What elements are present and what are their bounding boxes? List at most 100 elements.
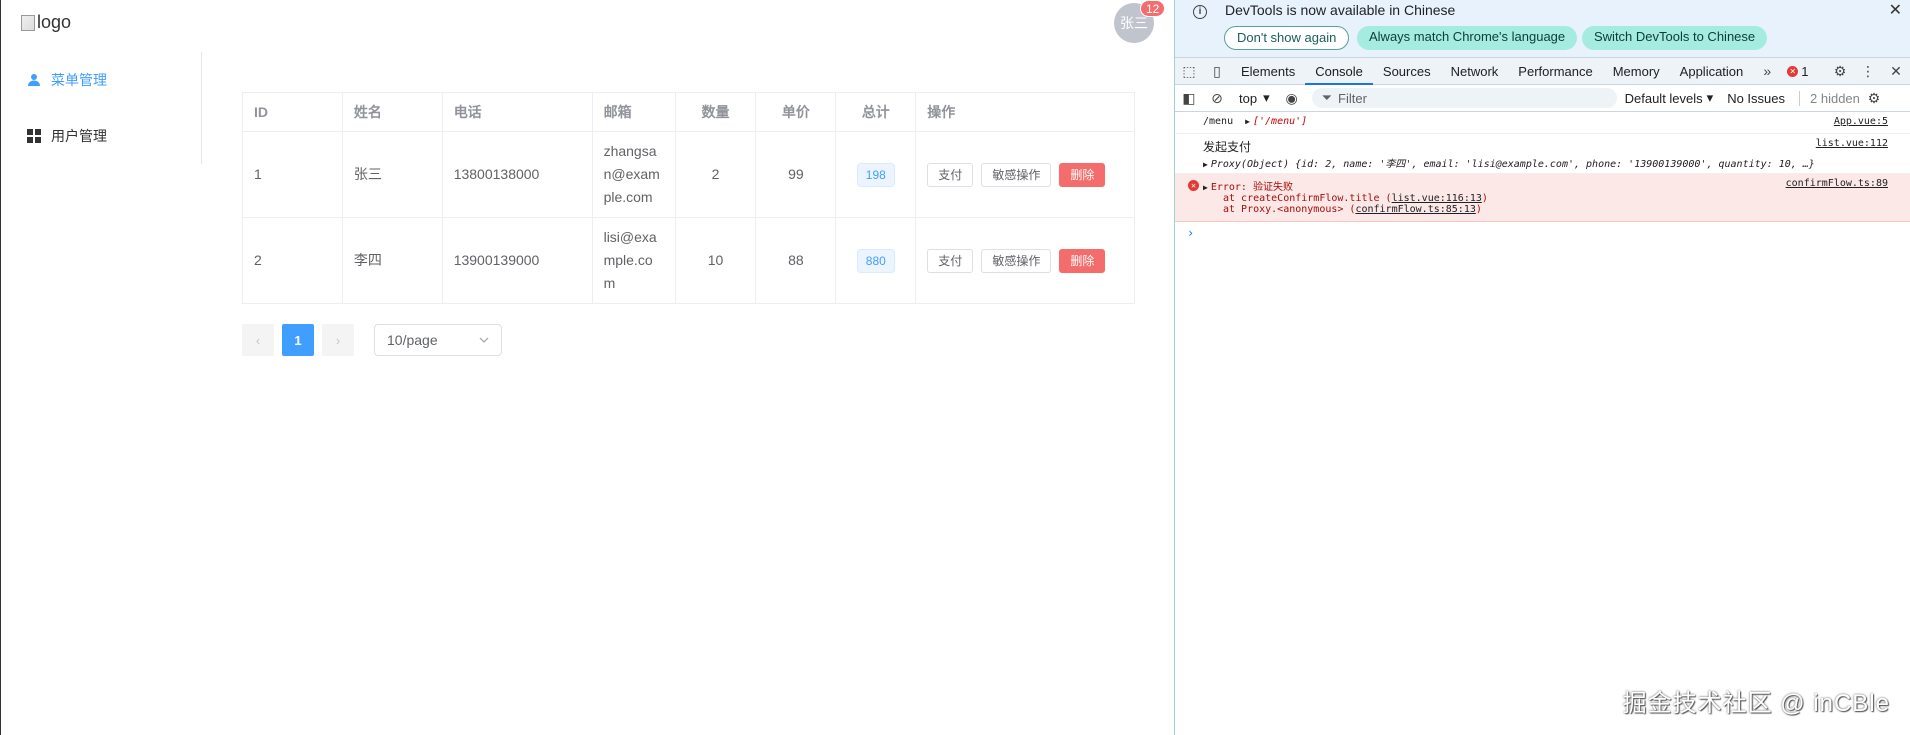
delete-button[interactable]: 删除 (1059, 248, 1106, 273)
log-levels-select[interactable]: Default levels ▾ (1625, 90, 1714, 106)
devtools-tabs: ⬚ ▯ Elements Console Sources Network Per… (1175, 58, 1910, 85)
email-line: zhangsa (603, 143, 657, 159)
eye-icon[interactable]: ◉ (1278, 90, 1306, 107)
cell-quantity: 10 (675, 217, 757, 304)
page-number-button[interactable]: 1 (282, 324, 314, 356)
table-row: 1 张三 13800138000 zhangsa n@exam ple.com … (242, 131, 1135, 218)
table-row: 2 李四 13900139000 lisi@exa mple.co m 10 8… (242, 217, 1135, 304)
sidebar-item-menu-management[interactable]: 菜单管理 (1, 52, 201, 108)
column-header-total: 总计 (835, 92, 917, 132)
pay-button[interactable]: 支付 (927, 162, 974, 187)
error-counter[interactable]: ✕ 1 (1787, 63, 1809, 79)
filter-input[interactable]: ⏷ Filter (1311, 88, 1617, 108)
tab-network[interactable]: Network (1441, 58, 1509, 85)
sidebar-item-label: 菜单管理 (51, 72, 107, 88)
tab-memory[interactable]: Memory (1603, 58, 1670, 85)
broken-image-icon (21, 14, 35, 31)
log-prefix: 发起支付 (1203, 140, 1252, 154)
email-line: lisi@exa (603, 229, 657, 245)
gear-icon[interactable]: ⚙ (1826, 63, 1854, 80)
cell-id: 1 (242, 131, 343, 218)
tab-application[interactable]: Application (1670, 58, 1754, 85)
logo: logo (21, 12, 71, 33)
total-tag: 880 (856, 248, 895, 273)
kebab-menu-icon[interactable]: ⋮ (1854, 63, 1882, 80)
dropdown-arrow-icon: ▾ (1706, 90, 1714, 105)
next-page-button[interactable]: › (322, 324, 354, 356)
user-avatar-wrap[interactable]: 张三 12 (1114, 0, 1166, 43)
sidebar-item-user-management[interactable]: 用户管理 (1, 108, 201, 164)
prev-page-button[interactable]: ‹ (242, 324, 274, 356)
page-size-value: 10/page (387, 332, 438, 348)
pay-button[interactable]: 支付 (927, 248, 974, 273)
gear-icon[interactable]: ⚙ (1860, 90, 1888, 107)
console-prompt[interactable]: › (1175, 222, 1910, 244)
source-link[interactable]: App.vue:5 (1834, 116, 1888, 127)
context-selector[interactable]: top ▾ (1231, 90, 1278, 106)
cell-id: 2 (242, 217, 343, 304)
tab-console[interactable]: Console (1305, 58, 1373, 85)
total-tag: 198 (856, 162, 895, 187)
tab-sources[interactable]: Sources (1373, 58, 1441, 85)
column-header-name: 姓名 (342, 92, 443, 132)
column-header-phone: 电话 (442, 92, 593, 132)
close-icon[interactable]: ✕ (1889, 0, 1902, 20)
stack-link[interactable]: list.vue:116:13 (1392, 193, 1482, 204)
sensitive-action-button[interactable]: 敏感操作 (981, 162, 1052, 187)
sidebar-toggle-icon[interactable]: ◧ (1175, 90, 1203, 107)
match-language-button[interactable]: Always match Chrome's language (1357, 26, 1578, 50)
stack-link[interactable]: confirmFlow.ts:85:13 (1355, 204, 1475, 215)
log-value[interactable]: ['/menu'] (1253, 116, 1307, 127)
sidebar-item-label: 用户管理 (51, 128, 107, 144)
email-line: mple.co (603, 252, 653, 268)
close-icon[interactable]: ✕ (1882, 63, 1910, 80)
cell-actions: 支付 敏感操作 删除 (915, 131, 1135, 218)
expand-arrow-icon[interactable]: ▶ (1203, 183, 1208, 192)
device-toolbar-icon[interactable]: ▯ (1203, 63, 1231, 80)
levels-label: Default levels (1624, 90, 1703, 106)
dont-show-again-button[interactable]: Don't show again (1224, 26, 1350, 50)
delete-button[interactable]: 删除 (1059, 162, 1106, 187)
expand-arrow-icon[interactable]: ▶ (1203, 160, 1208, 169)
console-output: /menu ▶ ['/menu'] App.vue:5 发起支付 ▶ Proxy(O… (1175, 112, 1910, 244)
console-log-line: 发起支付 ▶ Proxy(Object) {id: 2, name: '李四', … (1175, 134, 1910, 174)
inspect-icon[interactable]: ⬚ (1175, 63, 1203, 80)
source-link[interactable]: list.vue:112 (1816, 138, 1888, 149)
stack-text-end: ) (1475, 204, 1482, 215)
app-window: logo 张三 12 菜单管理 用户管理 ID 姓名 电话 邮箱 数量 单价 总… (0, 0, 1174, 735)
pagination: ‹ 1 › 10/page (242, 324, 502, 356)
expand-arrow-icon[interactable]: ▶ (1245, 117, 1250, 126)
info-icon: i (1193, 5, 1207, 19)
error-icon: ✕ (1188, 180, 1199, 191)
email-line: m (603, 275, 616, 291)
hidden-count: 2 hidden (1799, 90, 1860, 106)
column-header-quantity: 数量 (675, 92, 757, 132)
cell-quantity: 2 (675, 131, 757, 218)
email-line: ple.com (603, 189, 653, 205)
cell-price: 88 (755, 217, 837, 304)
issues-indicator[interactable]: No Issues (1727, 91, 1785, 106)
log-value[interactable]: Proxy(Object) {id: 2, name: '李四', email:… (1211, 159, 1815, 170)
source-link[interactable]: confirmFlow.ts:89 (1786, 178, 1888, 189)
cell-total: 880 (835, 217, 917, 304)
clear-console-icon[interactable]: ⊘ (1203, 90, 1231, 107)
cell-price: 99 (755, 131, 837, 218)
sensitive-action-button[interactable]: 敏感操作 (981, 248, 1052, 273)
cell-name: 张三 (342, 131, 443, 218)
chevron-down-icon (479, 337, 489, 343)
logo-alt-text: logo (37, 12, 72, 32)
sidebar: 菜单管理 用户管理 (1, 52, 202, 164)
data-table: ID 姓名 电话 邮箱 数量 单价 总计 操作 1 张三 13800138000… (242, 92, 1135, 304)
column-header-email: 邮箱 (592, 92, 676, 132)
page-size-select[interactable]: 10/page (374, 324, 502, 356)
tab-elements[interactable]: Elements (1231, 58, 1305, 85)
cell-actions: 支付 敏感操作 删除 (915, 217, 1135, 304)
grid-icon (27, 129, 41, 143)
stack-text: at Proxy.<anonymous> ( (1223, 204, 1356, 215)
tab-performance[interactable]: Performance (1508, 58, 1602, 85)
error-count: 1 (1801, 63, 1809, 79)
more-tabs-icon[interactable]: » (1753, 63, 1781, 79)
dropdown-arrow-icon: ▾ (1263, 90, 1270, 105)
column-header-id: ID (242, 92, 343, 132)
switch-chinese-button[interactable]: Switch DevTools to Chinese (1582, 26, 1768, 50)
